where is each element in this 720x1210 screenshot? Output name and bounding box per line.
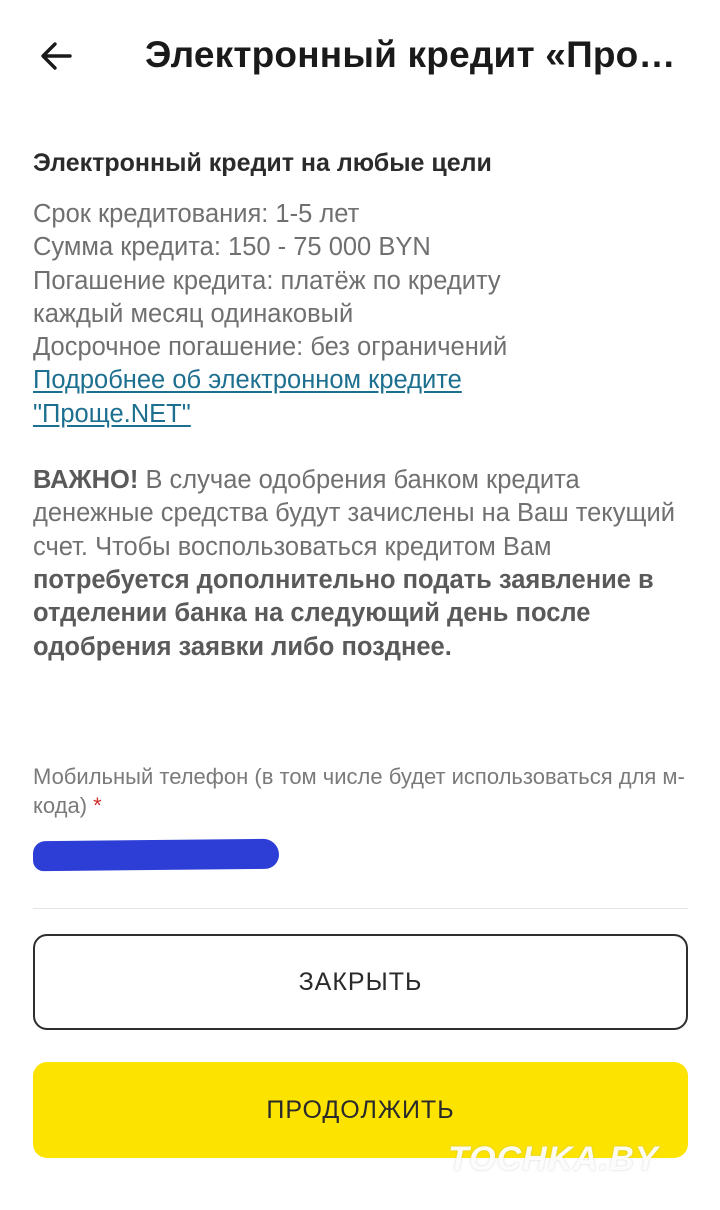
more-info-link[interactable]: Подробнее об электронном кредите "Проще.… xyxy=(33,364,693,431)
info-amount: Сумма кредита: 150 - 75 000 BYN xyxy=(33,233,431,262)
loan-info: Срок кредитования: 1-5 лет Сумма кредита… xyxy=(33,198,693,431)
important-notice: ВАЖНО! В случае одобрения банком кредита… xyxy=(33,464,693,664)
page-title: Электронный кредит «Про… xyxy=(145,34,676,75)
phone-field-label: Мобильный телефон (в том числе будет исп… xyxy=(33,764,685,818)
info-repayment: Погашение кредита: платёж по кредиту xyxy=(33,266,501,295)
main-content: Электронный кредит на любые цели Срок кр… xyxy=(33,144,693,664)
continue-button-label: ПРОДОЛЖИТЬ xyxy=(266,1095,455,1124)
important-label: ВАЖНО! xyxy=(33,466,139,495)
info-term: Срок кредитования: 1-5 лет xyxy=(33,200,360,228)
back-button[interactable] xyxy=(28,28,84,84)
more-info-link-line1: Подробнее об электронном кредите xyxy=(33,366,462,395)
important-emphasis: потребуется дополнительно подать заявлен… xyxy=(33,565,654,661)
watermark: TOCHKA.BY xyxy=(448,1140,659,1178)
section-title: Электронный кредит на любые цели xyxy=(33,149,492,177)
redacted-phone-value xyxy=(32,838,280,872)
required-mark: * xyxy=(93,793,102,818)
arrow-left-icon xyxy=(41,42,72,70)
phone-input[interactable] xyxy=(32,830,688,909)
info-early-repayment: Досрочное погашение: без ограничений xyxy=(33,333,508,362)
more-info-link-line2: "Проще.NET" xyxy=(33,399,191,428)
close-button-label: ЗАКРЫТЬ xyxy=(298,967,423,996)
info-repayment-cont: каждый месяц одинаковый xyxy=(33,299,354,328)
app-bar: Электронный кредит «Про… xyxy=(0,0,720,112)
close-button[interactable]: ЗАКРЫТЬ xyxy=(33,934,688,1030)
